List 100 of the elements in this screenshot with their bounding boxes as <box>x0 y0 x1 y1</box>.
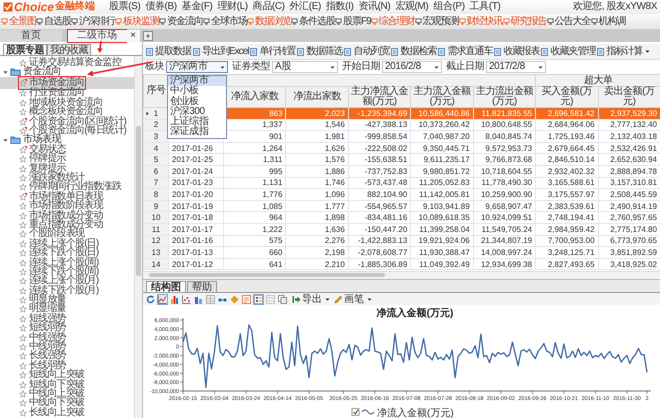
expand-caret-icon[interactable] <box>3 70 8 75</box>
table-cell: 10,586,440.86 <box>410 108 474 120</box>
dropdown-option[interactable]: 创业板 <box>168 96 226 107</box>
tab[interactable]: 我的收藏 <box>47 44 91 55</box>
tree-item[interactable]: 连续上涨个股(月) <box>19 276 100 286</box>
table-cell: 3,175,557.97 <box>536 188 598 200</box>
pen-button[interactable]: 画笔 <box>334 294 372 305</box>
toolbar-button[interactable]: 指标计算 <box>596 46 652 58</box>
chart-tool-button[interactable] <box>181 294 192 305</box>
toolbar-button[interactable]: 综合理财 <box>370 16 415 28</box>
tree-item[interactable]: 重点指数成分变动 <box>19 220 104 230</box>
tree-item[interactable]: 复牌提示 <box>19 164 67 174</box>
tree-item[interactable]: 市场指数单日表现 <box>19 192 104 202</box>
toolbar-button[interactable]: 自动列宽 <box>343 46 390 58</box>
table-cell: 2017-01-24 <box>168 165 224 178</box>
toolbar-button[interactable]: 自选股 <box>36 16 71 28</box>
toolbar-button[interactable]: 数据筛选 <box>296 46 344 58</box>
tree-item[interactable]: 长线弱势 <box>19 361 67 370</box>
menu-item[interactable]: 宏观(M) <box>395 1 428 13</box>
toolbar-button[interactable]: 宏观预测 <box>414 16 459 28</box>
tree-item[interactable]: 个股资金流向(区间统计) <box>19 116 128 126</box>
toolbar-button[interactable]: 公告大全 <box>546 16 591 28</box>
toolbar-button[interactable]: 全景图 <box>1 16 36 28</box>
expand-caret-icon[interactable] <box>3 138 8 143</box>
toolbar-button[interactable]: 股票F9 <box>335 16 371 28</box>
scrollbar[interactable] <box>134 56 142 418</box>
table-cell: 1,264 <box>224 142 286 154</box>
dropdown-option[interactable]: 中小板 <box>168 86 226 97</box>
dropdown-field[interactable]: 沪深两市 <box>166 61 228 73</box>
tree-item[interactable]: 连续下跌个股(周) <box>19 267 100 277</box>
tab[interactable]: 帮助 <box>187 281 217 292</box>
tab[interactable]: 结构图 <box>146 281 186 292</box>
toolbar-button[interactable]: 资金流向 <box>159 16 203 28</box>
dropdown-option[interactable]: 深证成指 <box>168 127 226 138</box>
menu-item[interactable]: 工具(T) <box>470 1 500 13</box>
new-tab-button[interactable]: + <box>143 31 153 41</box>
tree-item[interactable]: 短线向下突破 <box>19 380 86 390</box>
tree-item[interactable]: 市场指数成分变动 <box>19 210 104 220</box>
tree-item[interactable]: 停牌提示 <box>19 154 67 164</box>
menu-item[interactable]: 资讯(N) <box>358 1 390 13</box>
legend-checkbox[interactable] <box>352 408 360 416</box>
toolbar-button[interactable]: 提取数据 <box>145 46 192 58</box>
table-cell: 2,748,194.41 <box>536 212 598 224</box>
toolbar-button[interactable]: 需求直通车 <box>437 46 494 58</box>
toolbar-button[interactable]: 财经快讯 <box>458 16 503 28</box>
tree-item[interactable]: 证券交易结算资金监控 <box>19 58 122 68</box>
tree-item[interactable]: 连续下跌个股(日) <box>19 248 100 258</box>
dropdown-field[interactable]: 2017/2/8 <box>486 61 546 73</box>
tree-item[interactable]: 短线向上突破 <box>19 370 86 380</box>
toolbar-button[interactable]: 单行转置 <box>249 46 296 58</box>
chart-tool-button[interactable] <box>169 294 180 305</box>
menu-item[interactable]: 股票(S) <box>109 1 140 13</box>
dropdown-option[interactable]: 沪深两市 <box>168 76 226 86</box>
row-number: 11 <box>152 224 160 234</box>
toolbar-button[interactable]: 收藏报表 <box>493 46 540 58</box>
tree-item[interactable]: 连续上涨个股(周) <box>19 258 100 268</box>
menu-item[interactable]: 组合(P) <box>433 1 465 13</box>
table-cell: 2,023 <box>286 108 348 120</box>
menu-item[interactable]: 理财(L) <box>217 1 248 13</box>
menu-item[interactable]: 外汇(E) <box>290 1 321 13</box>
row-number: 6 <box>154 166 158 176</box>
dropdown-field[interactable]: A股 <box>272 61 338 73</box>
chart-tool-button[interactable] <box>157 294 168 305</box>
tree-folder[interactable]: 资金流向 <box>23 67 61 78</box>
close-button[interactable]: × <box>126 30 140 42</box>
tree-item[interactable]: 市场指数阶段表现 <box>19 201 104 211</box>
toolbar-button[interactable]: 数据检索 <box>390 46 438 58</box>
dropdown-field[interactable]: 2016/2/8 <box>382 61 442 73</box>
tree-item[interactable]: 中线强势 <box>19 332 67 342</box>
menu-item[interactable]: 指数(I) <box>326 1 354 13</box>
table-cell: 11,205,052.83 <box>410 177 474 189</box>
menu-item[interactable]: 债券(B) <box>145 1 177 13</box>
toolbar-button[interactable]: 条件选股 <box>291 16 335 28</box>
tree-item[interactable]: 概念板块资金流向 <box>19 108 104 117</box>
tree-item[interactable]: 长线向上突破 <box>19 408 86 418</box>
tree-item[interactable]: 连续上涨个股(日) <box>19 239 100 248</box>
tree-item[interactable]: 交易状态 <box>19 145 67 155</box>
tree-item[interactable]: 短线弱势 <box>19 324 67 333</box>
toolbar-button[interactable]: 机构调 <box>590 16 626 28</box>
scrollbar[interactable] <box>143 271 660 280</box>
menu-item[interactable]: 基金(F) <box>182 1 212 13</box>
toolbar-button[interactable]: 研究报告 <box>502 16 547 28</box>
tree-item[interactable]: 涨跌家数统计 <box>19 173 86 183</box>
tab[interactable]: 二级市场 <box>68 30 126 42</box>
toolbar-button[interactable]: 导出到Excel <box>192 46 250 58</box>
tab[interactable]: 首页 <box>0 30 62 42</box>
menu-item[interactable]: 商品(C) <box>252 1 285 13</box>
chart-tool-button[interactable] <box>253 294 264 305</box>
toolbar-button[interactable]: 沪深排行 <box>71 16 115 28</box>
chart-tool-button[interactable] <box>277 294 288 305</box>
export-button[interactable]: 导出 <box>292 294 330 305</box>
chart-tool-button[interactable] <box>145 294 156 305</box>
toolbar-button[interactable]: 板块监测 <box>115 16 159 28</box>
tab[interactable]: 股票专题 <box>3 44 47 55</box>
toolbar-button[interactable]: 收藏夹管理 <box>540 46 596 58</box>
chart-tool-button[interactable] <box>241 294 252 305</box>
tree-item[interactable]: 连续下跌个股(月) <box>19 286 100 296</box>
toolbar-button[interactable]: 全球市场 <box>203 16 247 28</box>
table-cell: 10,800,648.55 <box>473 119 536 131</box>
toolbar-button[interactable]: 数据浏览 <box>247 16 291 28</box>
